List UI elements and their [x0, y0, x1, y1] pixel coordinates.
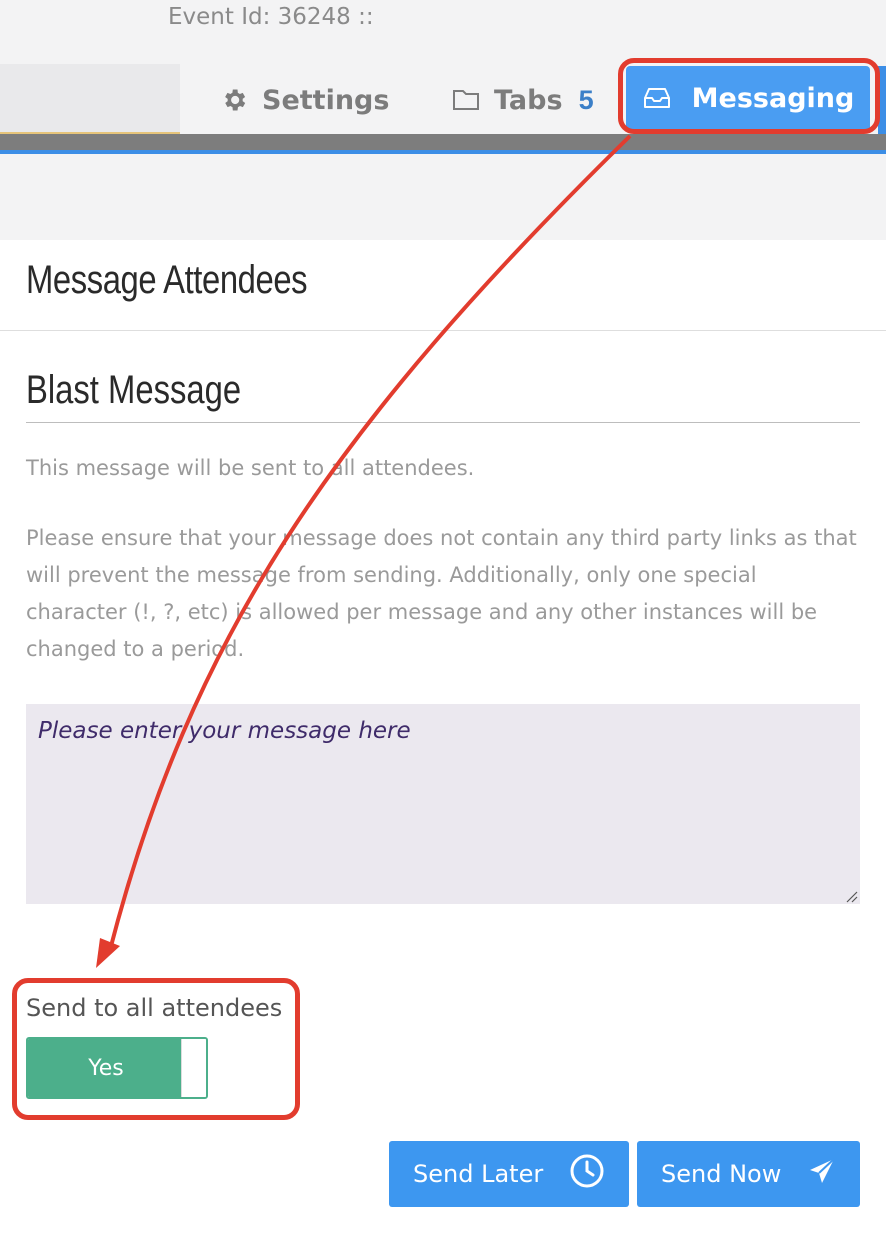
send-later-button[interactable]: Send Later — [389, 1141, 629, 1207]
send-now-label: Send Now — [661, 1160, 782, 1188]
tab-accent-line — [0, 150, 886, 154]
tab-tabs[interactable]: Tabs 5 — [452, 74, 594, 126]
folder-icon — [452, 88, 480, 112]
paper-plane-icon — [808, 1157, 836, 1191]
tab-settings[interactable]: Settings — [220, 74, 389, 126]
event-id: Event Id: 36248 :: — [168, 4, 374, 30]
gear-icon — [220, 86, 248, 114]
send-later-label: Send Later — [413, 1160, 544, 1188]
tab-underline — [0, 134, 886, 150]
tab-settings-label: Settings — [262, 84, 390, 116]
divider — [0, 330, 886, 331]
message-textarea[interactable]: Please enter your message here — [26, 704, 860, 904]
resize-handle-icon[interactable] — [844, 888, 858, 903]
intro-text: This message will be sent to all attende… — [26, 456, 475, 480]
clock-icon — [569, 1153, 605, 1195]
page-title: Message Attendees — [26, 258, 308, 302]
section-title: Blast Message — [26, 368, 242, 412]
tabs-count-badge: 5 — [578, 84, 594, 115]
annotation-highlight-messaging — [618, 58, 880, 134]
annotation-highlight-toggle — [12, 978, 300, 1120]
section-divider — [26, 422, 860, 423]
tab-tabs-label: Tabs — [494, 84, 563, 116]
send-now-button[interactable]: Send Now — [637, 1141, 860, 1207]
tab-left-partial[interactable] — [0, 64, 180, 134]
message-placeholder: Please enter your message here — [38, 718, 411, 744]
warning-text: Please ensure that your message does not… — [26, 526, 857, 661]
